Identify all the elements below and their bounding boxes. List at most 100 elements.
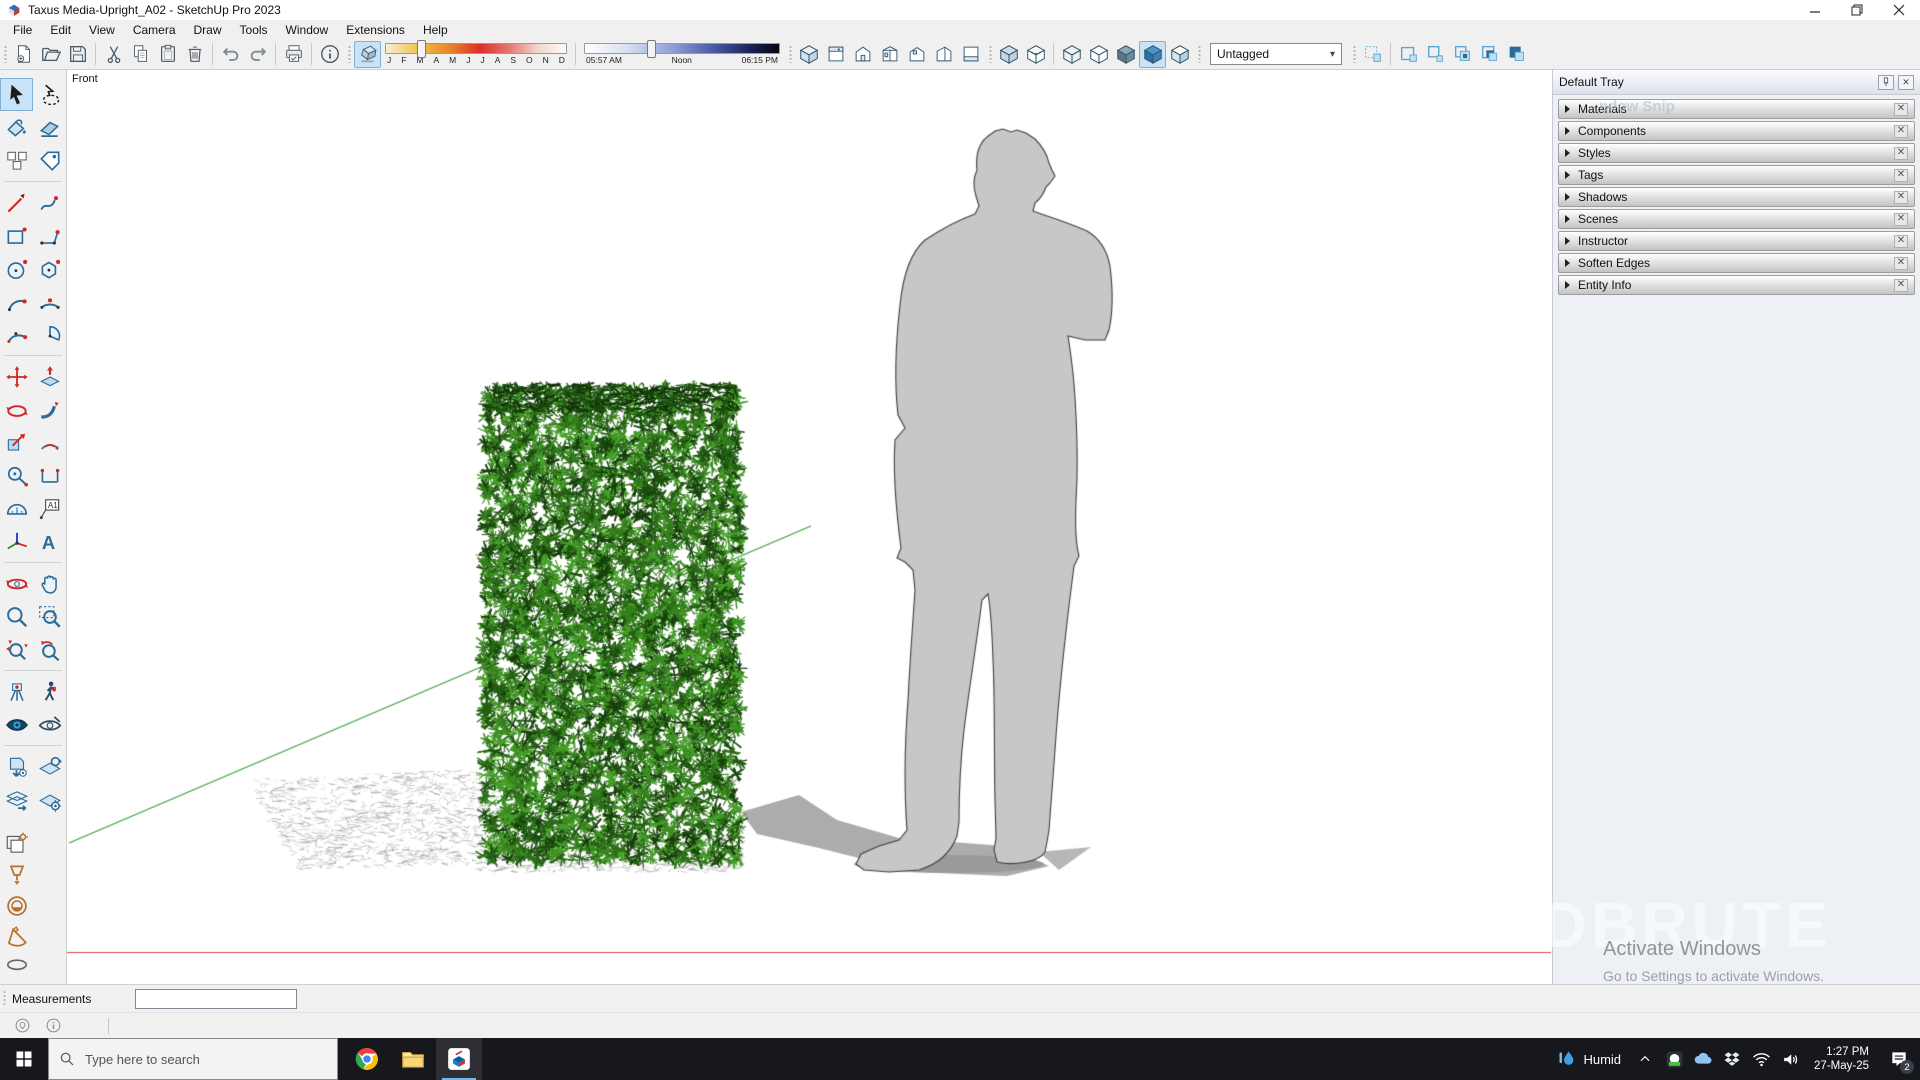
tool-three-point-arc-button[interactable]: [0, 318, 33, 351]
menu-view[interactable]: View: [80, 22, 124, 38]
geolocation-icon[interactable]: [14, 1017, 31, 1034]
tool-extension-b-button[interactable]: [33, 750, 66, 783]
help-info-icon[interactable]: [45, 1017, 62, 1034]
weather-widget[interactable]: Humid: [1551, 1049, 1627, 1069]
tray-panel-scenes[interactable]: Scenes✕: [1558, 209, 1915, 229]
tool-orbit-button[interactable]: [0, 567, 33, 600]
tool-axes-button[interactable]: [0, 525, 33, 558]
action-center-icon[interactable]: 2: [1882, 1038, 1916, 1080]
tray-panel-materials[interactable]: Materials✕: [1558, 99, 1915, 119]
taskbar-clock[interactable]: 1:27 PM 27-May-25: [1808, 1045, 1875, 1073]
shadow-time-slider[interactable]: 05:57 AMNoon06:15 PM: [584, 43, 780, 65]
style-shaded-button[interactable]: [1112, 41, 1139, 68]
menu-window[interactable]: Window: [277, 22, 338, 38]
view-back-button[interactable]: [903, 41, 930, 68]
tray-panel-styles[interactable]: Styles✕: [1558, 143, 1915, 163]
taskbar-search[interactable]: Type here to search: [48, 1038, 338, 1080]
tool-lasso-button[interactable]: [33, 78, 66, 111]
model-info-button[interactable]: [316, 41, 343, 68]
view-bottom-button[interactable]: [957, 41, 984, 68]
tool-tape-measure-button[interactable]: [0, 459, 33, 492]
tool-look-around-button[interactable]: [0, 708, 33, 741]
menu-edit[interactable]: Edit: [41, 22, 80, 38]
toggle-shadows-button[interactable]: [354, 41, 381, 68]
menu-help[interactable]: Help: [414, 22, 457, 38]
tool-section-plane-button[interactable]: [33, 708, 66, 741]
taskbar-app-sketchup[interactable]: [436, 1038, 482, 1080]
tool-zoom-previous-button[interactable]: [33, 633, 66, 666]
dropbox-icon[interactable]: [1721, 1048, 1743, 1070]
sel-small-button[interactable]: [1422, 41, 1449, 68]
chevron-up-icon[interactable]: [1634, 1048, 1656, 1070]
shadow-date-slider[interactable]: JFMAMJJASOND: [385, 43, 567, 65]
panel-close-icon[interactable]: ✕: [1894, 125, 1908, 138]
plugin-ies-light-button[interactable]: [0, 921, 33, 952]
plugin-omni-light-button[interactable]: [0, 890, 33, 921]
3d-canvas[interactable]: [67, 70, 1551, 984]
tool-rectangle-button[interactable]: [0, 219, 33, 252]
tool-zoom-window-button[interactable]: [33, 600, 66, 633]
plugin-render-scene-button[interactable]: [0, 828, 33, 859]
menu-tools[interactable]: Tools: [231, 22, 277, 38]
copy-button[interactable]: [127, 41, 154, 68]
tag-filter-dropdown[interactable]: Untagged▾: [1210, 43, 1342, 65]
panel-close-icon[interactable]: ✕: [1894, 235, 1908, 248]
tool-extension-a-button[interactable]: [0, 750, 33, 783]
cut-button[interactable]: [100, 41, 127, 68]
remote-app-icon[interactable]: [1663, 1048, 1685, 1070]
menu-draw[interactable]: Draw: [185, 22, 231, 38]
volume-icon[interactable]: [1779, 1048, 1801, 1070]
view-front-button[interactable]: [849, 41, 876, 68]
start-button[interactable]: [0, 1038, 48, 1080]
tool-freehand-button[interactable]: [33, 186, 66, 219]
panel-close-icon[interactable]: ✕: [1894, 257, 1908, 270]
tool-zoom-extents-button[interactable]: [0, 633, 33, 666]
panel-close-icon[interactable]: ✕: [1894, 191, 1908, 204]
tool-polygon-button[interactable]: [33, 252, 66, 285]
style-hidden-line-button[interactable]: [1085, 41, 1112, 68]
tool-scale-button[interactable]: [0, 426, 33, 459]
restore-button[interactable]: [1836, 0, 1878, 20]
sel-corner-button[interactable]: [1395, 41, 1422, 68]
style-back-edges-button[interactable]: [1022, 41, 1049, 68]
tool-three-d-text-button[interactable]: A: [33, 525, 66, 558]
tool-text-button[interactable]: A1: [33, 492, 66, 525]
save-button[interactable]: [64, 41, 91, 68]
tool-follow-me-button[interactable]: [33, 393, 66, 426]
panel-close-icon[interactable]: ✕: [1894, 169, 1908, 182]
print-button[interactable]: [280, 41, 307, 68]
menu-extensions[interactable]: Extensions: [337, 22, 414, 38]
tray-close-icon[interactable]: ✕: [1898, 75, 1914, 90]
tool-dimension-button[interactable]: [33, 459, 66, 492]
tray-panel-shadows[interactable]: Shadows✕: [1558, 187, 1915, 207]
tray-panel-tags[interactable]: Tags✕: [1558, 165, 1915, 185]
redo-button[interactable]: [244, 41, 271, 68]
taskbar-app-file-explorer[interactable]: [390, 1038, 436, 1080]
open-button[interactable]: [37, 41, 64, 68]
measurements-input[interactable]: [135, 989, 297, 1009]
view-top-button[interactable]: [822, 41, 849, 68]
minimize-button[interactable]: [1794, 0, 1836, 20]
panel-close-icon[interactable]: ✕: [1894, 147, 1908, 160]
panel-close-icon[interactable]: ✕: [1894, 279, 1908, 292]
view-right-button[interactable]: [876, 41, 903, 68]
tool-protractor-button[interactable]: [0, 492, 33, 525]
tool-push-pull-button[interactable]: [33, 360, 66, 393]
undo-button[interactable]: [217, 41, 244, 68]
view-iso-button[interactable]: [795, 41, 822, 68]
style-wireframe-button[interactable]: [1058, 41, 1085, 68]
tool-paint-bucket-button[interactable]: [0, 111, 33, 144]
tray-header[interactable]: Default Tray ✕: [1553, 70, 1920, 95]
style-x-ray-button[interactable]: [995, 41, 1022, 68]
sel-dashed-button[interactable]: [1359, 41, 1386, 68]
panel-close-icon[interactable]: ✕: [1894, 103, 1908, 116]
tool-offset-button[interactable]: [33, 426, 66, 459]
tool-extension-c-button[interactable]: [0, 783, 33, 816]
sel-front-button[interactable]: [1476, 41, 1503, 68]
taskbar-app-chrome[interactable]: [344, 1038, 390, 1080]
plugin-spot-light-button[interactable]: [0, 859, 33, 890]
menu-camera[interactable]: Camera: [124, 22, 185, 38]
tool-pie-button[interactable]: [33, 318, 66, 351]
tool-eraser-button[interactable]: [33, 111, 66, 144]
tray-panel-entity-info[interactable]: Entity Info✕: [1558, 275, 1915, 295]
